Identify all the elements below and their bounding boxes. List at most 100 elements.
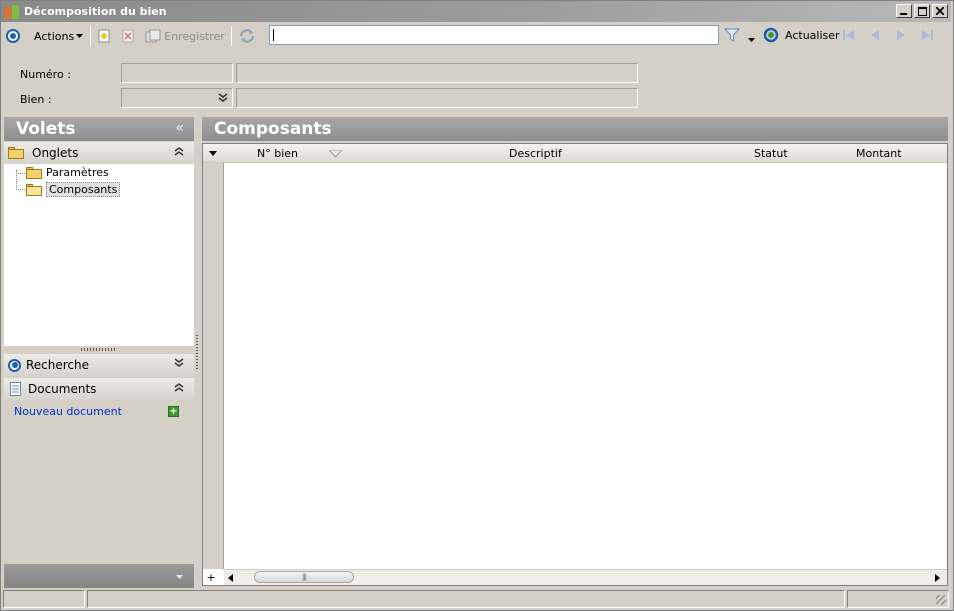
sort-indicator-icon: [329, 150, 343, 158]
window-title: Décomposition du bien: [24, 5, 167, 18]
toolbar-separator: [230, 26, 232, 46]
recherche-group-header[interactable]: Recherche: [4, 354, 194, 376]
close-icon: [936, 7, 944, 15]
horizontal-scrollbar[interactable]: + |||: [206, 569, 947, 585]
tree-connector: [16, 189, 25, 190]
nav-prev-button[interactable]: [868, 28, 882, 45]
tree-item-label: Composants: [46, 182, 121, 197]
delete-button[interactable]: [118, 25, 138, 47]
scroll-right-arrow[interactable]: [931, 570, 945, 585]
sync-icon: [239, 29, 254, 43]
row-selector-column: [203, 144, 224, 569]
expand-group-icon: [174, 358, 184, 371]
grid-header: N° bien Descriptif Statut Montant: [203, 144, 947, 163]
refresh-icon: [763, 27, 779, 43]
status-cell: [87, 590, 845, 608]
status-bar: [1, 589, 951, 609]
column-header-montant[interactable]: Montant: [856, 147, 902, 160]
filter-button[interactable]: [723, 27, 741, 46]
resize-grip-icon[interactable]: [936, 595, 946, 605]
maximize-icon: [917, 6, 927, 16]
new-document-link[interactable]: Nouveau document: [14, 405, 122, 418]
scroll-thumb[interactable]: |||: [254, 571, 354, 583]
close-button[interactable]: [932, 4, 948, 18]
arrow-right-icon: [935, 573, 940, 582]
nav-last-icon: [922, 30, 933, 40]
search-input[interactable]: [269, 25, 719, 45]
save-icon: [145, 29, 161, 43]
panel-splitter[interactable]: [81, 348, 117, 351]
documents-label: Documents: [28, 382, 97, 396]
filter-icon: [723, 28, 741, 42]
bien-dropdown-button[interactable]: [215, 90, 231, 106]
onglets-tree: Paramètres Composants: [4, 164, 194, 346]
column-header-statut[interactable]: Statut: [754, 147, 788, 160]
sync-button[interactable]: [235, 25, 259, 47]
title-bar: Décomposition du bien: [1, 1, 951, 22]
maximize-button[interactable]: [914, 4, 930, 18]
composants-panel-header: Composants: [202, 117, 948, 141]
double-chevron-down-icon: [218, 93, 228, 102]
dropdown-arrow-icon: [76, 34, 84, 38]
search-target-icon: [8, 358, 21, 372]
bien-combo[interactable]: [121, 88, 233, 108]
collapse-group-icon: [174, 146, 184, 159]
filter-dropdown-button[interactable]: [748, 33, 756, 46]
target-button[interactable]: [1, 25, 23, 47]
save-button[interactable]: Enregistrer: [142, 25, 228, 47]
app-icon: [4, 4, 20, 20]
panel-overflow-bar: [4, 564, 194, 588]
refresh-button[interactable]: Actualiser: [763, 27, 840, 43]
numero-description-field[interactable]: [236, 63, 638, 83]
volets-panel-header: Volets «: [4, 117, 194, 141]
new-record-button[interactable]: [94, 25, 114, 47]
add-document-icon[interactable]: +: [168, 406, 179, 417]
nav-next-icon: [897, 30, 905, 40]
documents-group-header[interactable]: Documents: [4, 378, 194, 400]
delete-icon: [122, 29, 134, 43]
numero-label: Numéro :: [20, 68, 71, 81]
folder-icon: [26, 166, 42, 179]
actions-menu-button[interactable]: Actions: [31, 25, 87, 47]
collapse-panel-button[interactable]: «: [175, 120, 184, 136]
minimize-icon: [900, 13, 907, 15]
status-cell: [3, 590, 85, 608]
dropdown-arrow-icon: [748, 38, 755, 42]
recherche-label: Recherche: [26, 358, 90, 372]
tree-item-label: Paramètres: [46, 166, 109, 179]
tree-connector: [16, 173, 25, 174]
bien-label: Bien :: [20, 93, 52, 106]
column-header-descriptif[interactable]: Descriptif: [509, 147, 562, 160]
actions-label: Actions: [34, 29, 75, 43]
onglets-label: Onglets: [32, 146, 79, 160]
document-icon: [10, 382, 21, 396]
components-grid: N° bien Descriptif Statut Montant + |||: [202, 143, 948, 586]
open-folder-icon: [26, 183, 42, 196]
save-label: Enregistrer: [164, 29, 225, 43]
tree-item-composants[interactable]: Composants: [26, 182, 121, 197]
minimize-button[interactable]: [896, 4, 912, 18]
vertical-splitter[interactable]: [196, 335, 198, 371]
new-record-icon: [98, 29, 110, 43]
numero-code-field[interactable]: [121, 63, 233, 83]
nav-prev-icon: [871, 30, 879, 40]
nav-first-icon: [843, 30, 854, 40]
onglets-group-header[interactable]: Onglets: [4, 142, 194, 164]
column-header-numero-bien[interactable]: N° bien: [257, 147, 298, 160]
nav-next-button[interactable]: [894, 28, 908, 45]
collapse-group-icon: [174, 382, 184, 395]
arrow-left-icon: [228, 573, 233, 582]
column-chooser-icon[interactable]: [209, 151, 218, 157]
bien-description-field[interactable]: [236, 88, 638, 108]
scroll-left-arrow[interactable]: [224, 570, 238, 585]
volets-title: Volets: [16, 119, 76, 139]
folder-icon: [8, 147, 28, 159]
target-icon: [6, 29, 20, 43]
tree-item-parametres[interactable]: Paramètres: [26, 166, 109, 179]
nav-first-button[interactable]: [842, 28, 856, 45]
overflow-chevron-icon[interactable]: [176, 574, 184, 580]
nav-last-button[interactable]: [920, 28, 934, 45]
window-controls: [896, 4, 948, 18]
composants-title: Composants: [214, 119, 332, 139]
add-row-icon[interactable]: +: [204, 570, 218, 585]
